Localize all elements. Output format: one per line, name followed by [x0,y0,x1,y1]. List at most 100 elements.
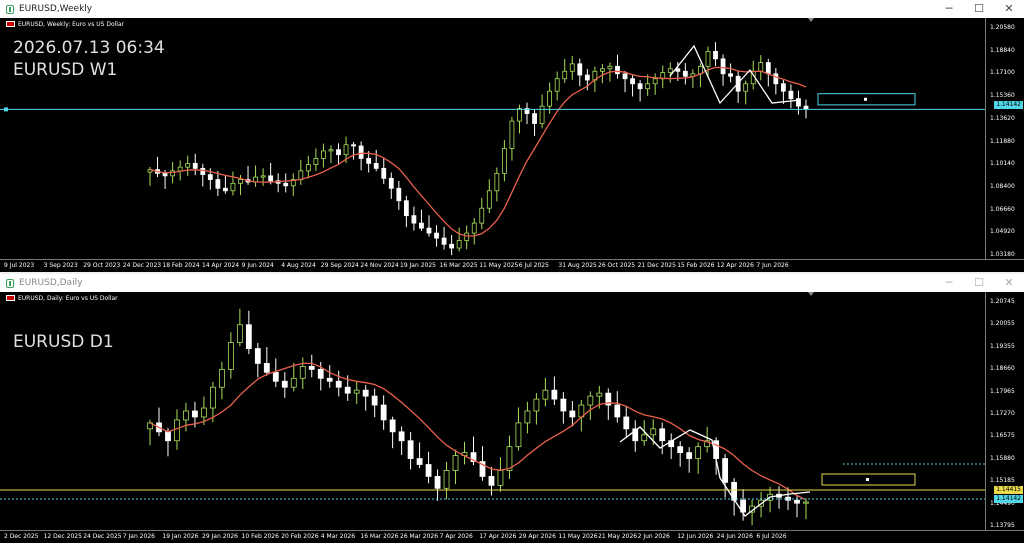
time-tick-label: 12 Dec 2025 [43,533,82,540]
time-tick-label: 21 Dec 2025 [637,262,676,269]
time-tick-label: 16 Mar 2025 [439,262,478,269]
candle-body [577,63,583,76]
chart-window-icon [6,4,14,14]
candle-body [788,90,794,100]
time-tick-label: 24 Dec 2023 [122,262,162,269]
candle-body [366,158,372,164]
candle-body [794,499,800,504]
candle-body [373,162,379,169]
candle-body [650,428,657,436]
candle-body [260,175,266,178]
candle-body [667,68,673,73]
candle-body [464,232,470,241]
minimize-button[interactable]: ─ [934,0,964,18]
time-tick-label: 18 Feb 2024 [162,262,200,269]
maximize-button[interactable]: ☐ [964,274,994,292]
timestamp-overlay: 2026.07.13 06:34 [13,38,165,58]
candle-body [551,389,558,400]
time-tick-label: 29 Apr 2026 [518,533,556,540]
candle-body [434,476,441,489]
time-tick-label: 7 Jun 2026 [756,262,789,269]
candle-body [362,389,369,397]
candle-body [677,446,684,454]
candle-body [223,187,228,192]
candle-body [773,73,779,85]
candle-body [245,324,252,349]
candle-body [358,145,364,159]
price-tick-label: 1.15880 [990,454,1015,462]
time-tick-label: 17 Apr 2026 [479,533,517,540]
weekly-chart-window[interactable]: EURUSD,Weekly ─ ☐ ✕ EURUSD, Weekly: Euro… [0,0,1024,272]
close-button[interactable]: ✕ [994,0,1024,18]
price-tick-label: 1.15360 [990,92,1015,100]
candle-body [321,150,326,159]
price-tick-label: 1.20055 [990,320,1015,328]
window-title: EURUSD,Weekly [19,4,93,14]
time-axis[interactable]: 9 Jul 2023 3 Sep 2023 29 Oct 2023 24 Dec 20… [0,259,1024,272]
price-tick-label: 1.10140 [990,160,1015,168]
candle-body [560,398,567,412]
time-tick-label: 2 Jun 2026 [637,533,670,540]
daily-chart-area[interactable]: EURUSD, Daily: Euro vs US Dollar EURUSD … [0,292,1024,543]
candle-body [623,416,630,430]
time-axis[interactable]: 2 Dec 2025 12 Dec 2025 24 Dec 2025 7 Jan 20… [0,530,1024,543]
candle-body [479,207,485,224]
price-tick-label: 1.17100 [990,69,1015,77]
candle-body [539,105,545,124]
price-axis[interactable]: 1.20580 1.18840 1.17100 1.15360 1.13620 1.118… [985,18,1024,259]
symbol-timeframe-overlay: EURUSD W1 [13,60,118,80]
time-tick-label: 9 Jul 2023 [4,262,35,269]
time-tick-label: 20 Feb 2026 [281,533,319,540]
price-tick-label: 1.18660 [990,365,1015,373]
current-price-badge: 1.14142 [994,495,1023,503]
weekly-chart-area[interactable]: EURUSD, Weekly: Euro vs US Dollar 2026.0… [0,18,1024,272]
time-tick-label: 12 Jun 2026 [677,533,714,540]
candle-body [501,148,507,174]
time-tick-label: 26 Oct 2025 [598,262,636,269]
time-tick-label: 2 Dec 2025 [4,533,39,540]
price-tick-label: 1.15185 [990,477,1015,485]
candle-body [388,177,394,189]
moving-average-line [149,66,807,237]
weekly-titlebar[interactable]: EURUSD,Weekly ─ ☐ ✕ [0,0,1024,18]
price-tick-label: 1.13620 [990,114,1015,122]
time-tick-label: 24 Jun 2026 [716,533,753,540]
candle-body [336,149,341,156]
candle-body [396,187,402,202]
candles [147,308,809,526]
maximize-button[interactable]: ☐ [964,0,994,18]
candle-body [488,476,495,486]
daily-chart-window[interactable]: EURUSD,Daily ─ ☐ ✕ EURUSD, Daily: Euro v… [0,274,1024,543]
symbol-description: EURUSD, Daily: Euro vs US Dollar [18,295,118,302]
candle-body [494,172,500,192]
time-tick-label: 4 Mar 2026 [320,533,356,540]
candle-body [165,431,171,442]
price-tick-label: 1.20745 [990,298,1015,305]
time-tick-label: 7 Jan 2026 [122,533,155,540]
candle-body [659,428,666,442]
chart-window-icon [6,278,14,288]
daily-titlebar[interactable]: EURUSD,Daily ─ ☐ ✕ [0,274,1024,292]
candle-body [486,190,492,209]
minimize-button[interactable]: ─ [934,274,964,292]
candle-body [456,240,462,249]
candle-body [562,70,568,80]
candle-body [614,404,621,418]
price-tick-label: 1.08400 [990,182,1015,190]
candle-body [803,105,809,110]
candle-body [416,458,423,465]
candle-body [452,455,459,471]
candle-body [227,342,234,370]
daily-price-plot[interactable] [0,292,985,530]
candle-body [236,324,243,344]
candle-body [335,380,342,388]
candle-body [587,395,594,406]
candle-body [305,164,311,172]
time-tick-label: 3 Sep 2023 [43,262,78,269]
candle-body [177,166,183,172]
candle-body [426,227,432,234]
level-handle [4,107,8,112]
close-button[interactable]: ✕ [994,274,1024,292]
time-tick-label: 6 Jul 2025 [518,262,549,269]
flag-icon [6,295,15,301]
